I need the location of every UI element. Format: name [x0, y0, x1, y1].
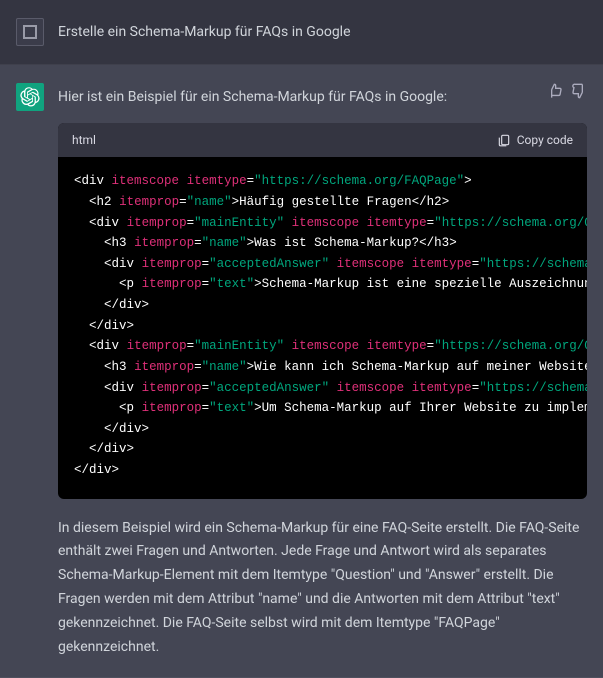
code-header: html Copy code	[58, 123, 587, 158]
assistant-intro: Hier ist ein Beispiel für ein Schema-Mar…	[58, 87, 587, 109]
code-lang-label: html	[72, 131, 96, 150]
user-prompt-text: Erstelle ein Schema-Markup für FAQs in G…	[58, 18, 587, 46]
assistant-content: Hier ist ein Beispiel für ein Schema-Mar…	[58, 83, 587, 659]
code-body[interactable]: <div itemscope itemtype="https://schema.…	[58, 157, 587, 498]
assistant-explanation: In diesem Beispiel wird ein Schema-Marku…	[58, 517, 587, 660]
user-avatar	[16, 18, 44, 46]
code-block: html Copy code <div itemscope itemtype="…	[58, 123, 587, 499]
user-message-row: Erstelle ein Schema-Markup für FAQs in G…	[0, 0, 603, 65]
copy-code-label: Copy code	[517, 131, 573, 150]
assistant-message-row: Hier ist ein Beispiel für ein Schema-Mar…	[0, 65, 603, 678]
assistant-avatar	[16, 83, 44, 111]
thumbs-up-icon[interactable]	[547, 83, 563, 107]
feedback-controls	[547, 83, 587, 107]
clipboard-icon	[497, 133, 511, 147]
thumbs-down-icon[interactable]	[571, 83, 587, 107]
copy-code-button[interactable]: Copy code	[497, 131, 573, 150]
user-avatar-icon	[23, 25, 37, 39]
openai-logo-icon	[20, 87, 40, 107]
